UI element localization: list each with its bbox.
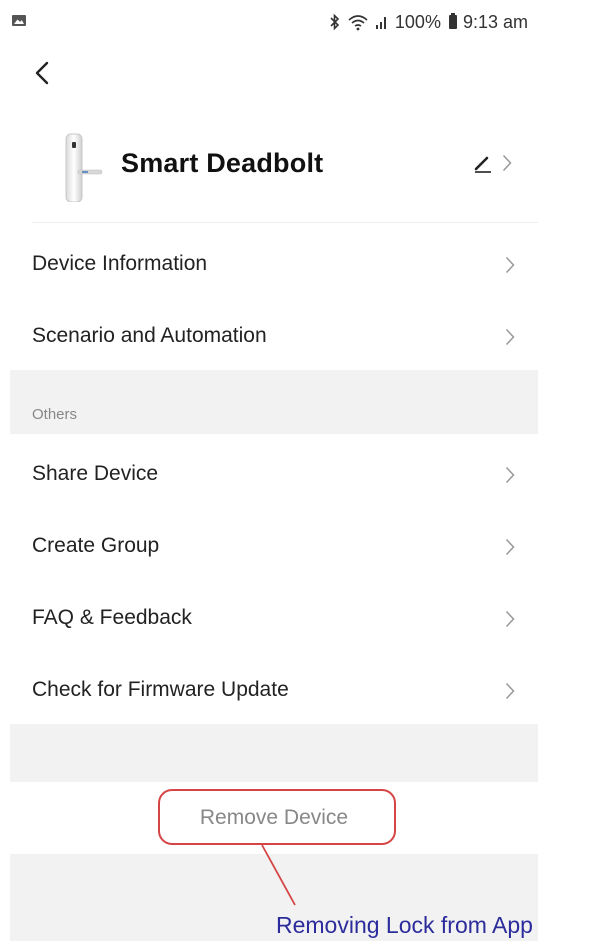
- scenario-automation-label: Scenario and Automation: [32, 324, 267, 347]
- chevron-right-icon: [505, 538, 515, 556]
- firmware-update-label: Check for Firmware Update: [32, 678, 289, 701]
- remove-device-row: Remove Device: [10, 782, 538, 854]
- device-name: Smart Deadbolt: [121, 148, 324, 178]
- device-header[interactable]: Smart Deadbolt: [32, 122, 538, 223]
- scenario-automation-item[interactable]: Scenario and Automation: [0, 300, 538, 372]
- share-device-label: Share Device: [32, 462, 159, 485]
- section-divider: [10, 724, 538, 782]
- chevron-right-icon: [505, 466, 515, 484]
- chevron-right-icon: [505, 682, 515, 700]
- share-device-item[interactable]: Share Device: [0, 438, 538, 510]
- signal-icon: [375, 14, 389, 30]
- chevron-right-icon: [502, 154, 512, 172]
- status-time: 9:13 am: [462, 11, 528, 32]
- status-indicators: 100% 9:13 am: [329, 11, 528, 33]
- back-button[interactable]: [26, 56, 58, 90]
- section-divider: [10, 370, 538, 434]
- faq-feedback-label: FAQ & Feedback: [32, 606, 192, 629]
- chevron-right-icon: [505, 610, 515, 628]
- remove-device-button[interactable]: Remove Device: [10, 782, 538, 854]
- chevron-right-icon: [505, 328, 515, 346]
- lock-device-icon: [65, 133, 103, 202]
- device-information-item[interactable]: Device Information: [0, 228, 538, 300]
- chevron-right-icon: [505, 256, 515, 274]
- battery-percent: 100%: [394, 11, 441, 32]
- firmware-update-item[interactable]: Check for Firmware Update: [0, 654, 538, 726]
- edit-icon[interactable]: [472, 152, 494, 174]
- annotation-caption: Removing Lock from App: [276, 912, 533, 938]
- others-section-label: Others: [32, 406, 78, 423]
- status-bar: 100% 9:13 am: [0, 0, 542, 48]
- create-group-label: Create Group: [32, 534, 160, 557]
- back-arrow-icon: [35, 61, 49, 85]
- battery-icon: [448, 13, 457, 29]
- create-group-item[interactable]: Create Group: [0, 510, 538, 582]
- bluetooth-icon: [329, 13, 341, 31]
- device-information-label: Device Information: [32, 252, 208, 275]
- wifi-icon: [347, 13, 369, 31]
- gallery-icon: [12, 15, 26, 26]
- device-settings-screen: 100% 9:13 am Smart Deadbolt Device Infor…: [0, 0, 542, 941]
- faq-feedback-item[interactable]: FAQ & Feedback: [0, 582, 538, 654]
